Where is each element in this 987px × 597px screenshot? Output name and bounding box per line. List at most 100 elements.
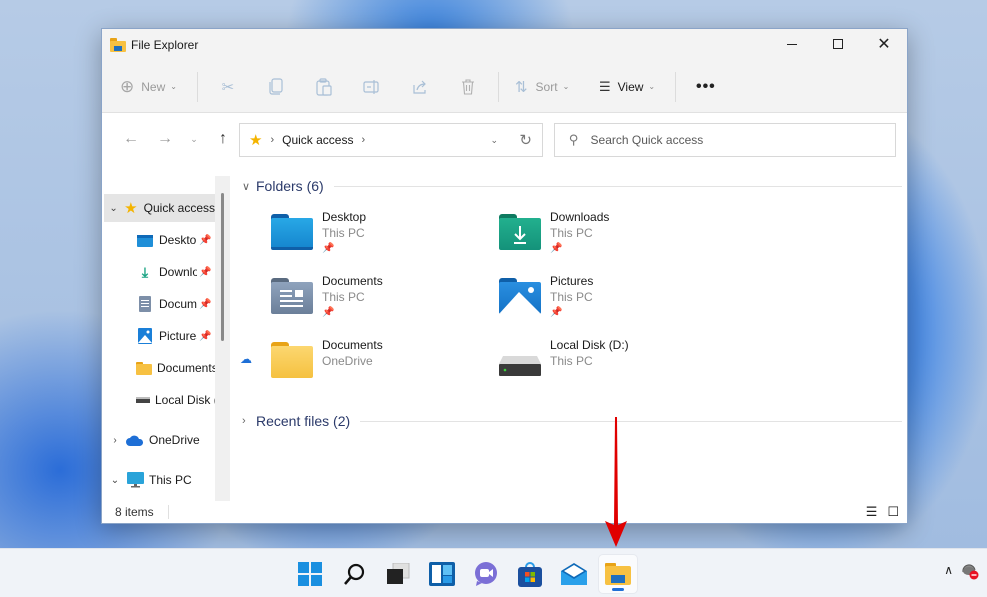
- large-icons-view-icon[interactable]: ☐: [887, 504, 899, 520]
- search-input[interactable]: [590, 133, 871, 147]
- search-box[interactable]: ⚲: [554, 123, 896, 157]
- download-icon: ⤓: [141, 263, 149, 280]
- drive-icon: [136, 397, 150, 403]
- refresh-icon[interactable]: ↻: [519, 131, 532, 149]
- minimize-icon: [787, 43, 797, 45]
- sidebar-item-onedrive-documents[interactable]: Documents: [136, 354, 215, 382]
- downloads-folder-icon: [499, 214, 541, 250]
- copy-button[interactable]: [252, 69, 300, 105]
- folder-location: This PC: [322, 290, 365, 304]
- more-icon: •••: [695, 77, 716, 95]
- view-label: View: [617, 79, 644, 94]
- active-app-indicator: [612, 588, 624, 591]
- explorer-body: ⌄ ★ Quick access Desktop 📌 ⤓ Downloads 📌…: [102, 166, 907, 523]
- network-disconnected-icon[interactable]: [961, 562, 979, 580]
- divider: [674, 71, 676, 102]
- pin-icon: 📌: [199, 266, 212, 278]
- sidebar-item-this-pc[interactable]: ⌄ This PC: [104, 466, 215, 494]
- new-button[interactable]: ⊕ New ⌄: [120, 69, 177, 105]
- minimize-button[interactable]: [769, 29, 815, 59]
- file-explorer-icon: [110, 38, 126, 52]
- sidebar-item-pictures[interactable]: Pictures 📌: [136, 322, 215, 350]
- folder-location: This PC: [550, 226, 593, 240]
- sidebar-item-downloads[interactable]: ⤓ Downloads 📌: [136, 258, 215, 286]
- address-dropdown-icon[interactable]: ⌄: [490, 135, 498, 146]
- drive-tile-local-disk-d[interactable]: Local Disk (D:) This PC: [490, 338, 710, 394]
- chevron-right-icon[interactable]: ›: [242, 415, 256, 427]
- folder-tile-downloads[interactable]: Downloads This PC 📌: [490, 210, 710, 266]
- folder-name: Documents: [322, 274, 383, 288]
- close-button[interactable]: ✕: [861, 29, 907, 59]
- chevron-down-icon[interactable]: ∨: [242, 180, 256, 193]
- sidebar-item-label: Quick access: [143, 201, 215, 215]
- teams-chat-icon: [475, 562, 497, 586]
- store-button[interactable]: [511, 555, 549, 593]
- microsoft-store-icon: [518, 562, 542, 587]
- sidebar-item-label: Pictures: [159, 329, 197, 343]
- address-bar[interactable]: ★ › Quick access › ⌄ ↻: [239, 123, 543, 157]
- start-button[interactable]: [291, 555, 329, 593]
- sort-label: Sort: [535, 79, 558, 94]
- sidebar-item-documents[interactable]: Documents 📌: [136, 290, 215, 318]
- mail-button[interactable]: [555, 555, 593, 593]
- sidebar-item-label: Documents: [159, 297, 197, 311]
- share-button[interactable]: [396, 69, 444, 105]
- title-bar: File Explorer ✕: [102, 29, 907, 61]
- plus-circle-icon: ⊕: [120, 76, 135, 96]
- breadcrumb-separator-icon[interactable]: ›: [361, 134, 365, 146]
- sidebar-item-label: Desktop: [159, 233, 197, 247]
- sidebar-item-onedrive[interactable]: › OneDrive: [104, 426, 215, 454]
- chevron-down-icon[interactable]: ⌄: [104, 475, 126, 486]
- cut-button[interactable]: ✂: [204, 69, 252, 105]
- chat-button[interactable]: [467, 555, 505, 593]
- view-button[interactable]: ☰ View ⌄: [599, 69, 669, 105]
- onedrive-icon: [126, 435, 144, 446]
- sort-button[interactable]: ⇅ Sort ⌄: [515, 69, 585, 105]
- sidebar-item-quick-access[interactable]: ⌄ ★ Quick access: [104, 194, 215, 222]
- breadcrumb-separator-icon[interactable]: ›: [270, 134, 274, 146]
- delete-icon: [461, 78, 474, 95]
- recent-files-group-header[interactable]: › Recent files (2): [242, 413, 902, 429]
- file-explorer-button[interactable]: [599, 555, 637, 593]
- chevron-right-icon[interactable]: ›: [104, 435, 126, 446]
- breadcrumb-quick-access[interactable]: Quick access: [282, 133, 353, 147]
- chevron-down-icon: ⌄: [190, 133, 198, 144]
- folder-tile-desktop[interactable]: Desktop This PC 📌: [262, 210, 482, 266]
- item-count: 8 items: [115, 505, 154, 519]
- folder-location: This PC: [550, 290, 593, 304]
- maximize-button[interactable]: [815, 29, 861, 59]
- forward-button[interactable]: →: [148, 124, 182, 154]
- divider: [196, 71, 198, 102]
- chevron-down-icon[interactable]: ⌄: [104, 203, 123, 214]
- widgets-button[interactable]: [423, 555, 461, 593]
- details-view-icon[interactable]: ☰: [866, 504, 878, 520]
- folder-tile-onedrive-documents[interactable]: ☁ Documents OneDrive: [240, 338, 482, 394]
- documents-icon: [136, 296, 154, 312]
- drive-icon: [499, 342, 541, 378]
- file-explorer-window: File Explorer ✕ ⊕ New ⌄ ✂ ⇅ Sort ⌄ ☰ Vie…: [101, 28, 908, 524]
- mail-icon: [561, 563, 587, 585]
- up-button[interactable]: ↑: [206, 124, 240, 154]
- search-icon: [344, 563, 365, 585]
- search-button[interactable]: [335, 555, 373, 593]
- see-more-button[interactable]: •••: [696, 69, 716, 105]
- sidebar-item-local-disk[interactable]: Local Disk (D:): [136, 386, 215, 414]
- rename-button[interactable]: [348, 69, 396, 105]
- view-list-icon: ☰: [598, 78, 611, 94]
- folders-group-header[interactable]: ∨ Folders (6): [242, 178, 902, 194]
- sidebar-item-desktop[interactable]: Desktop 📌: [136, 226, 215, 254]
- divider: [497, 71, 499, 102]
- search-icon: ⚲: [569, 132, 579, 147]
- task-view-button[interactable]: [379, 555, 417, 593]
- paste-button[interactable]: [300, 69, 348, 105]
- delete-button[interactable]: [444, 69, 492, 105]
- folder-tile-documents[interactable]: Documents This PC 📌: [262, 274, 482, 330]
- recent-locations-button[interactable]: ⌄: [182, 124, 206, 154]
- star-icon: ★: [124, 200, 138, 217]
- show-hidden-icons-button[interactable]: ∧: [944, 563, 953, 577]
- folder-tile-pictures[interactable]: Pictures This PC 📌: [490, 274, 710, 330]
- maximize-icon: [833, 39, 843, 49]
- divider: [167, 505, 169, 519]
- back-button[interactable]: ←: [114, 124, 148, 154]
- folders-group-title: Folders (6): [256, 178, 324, 194]
